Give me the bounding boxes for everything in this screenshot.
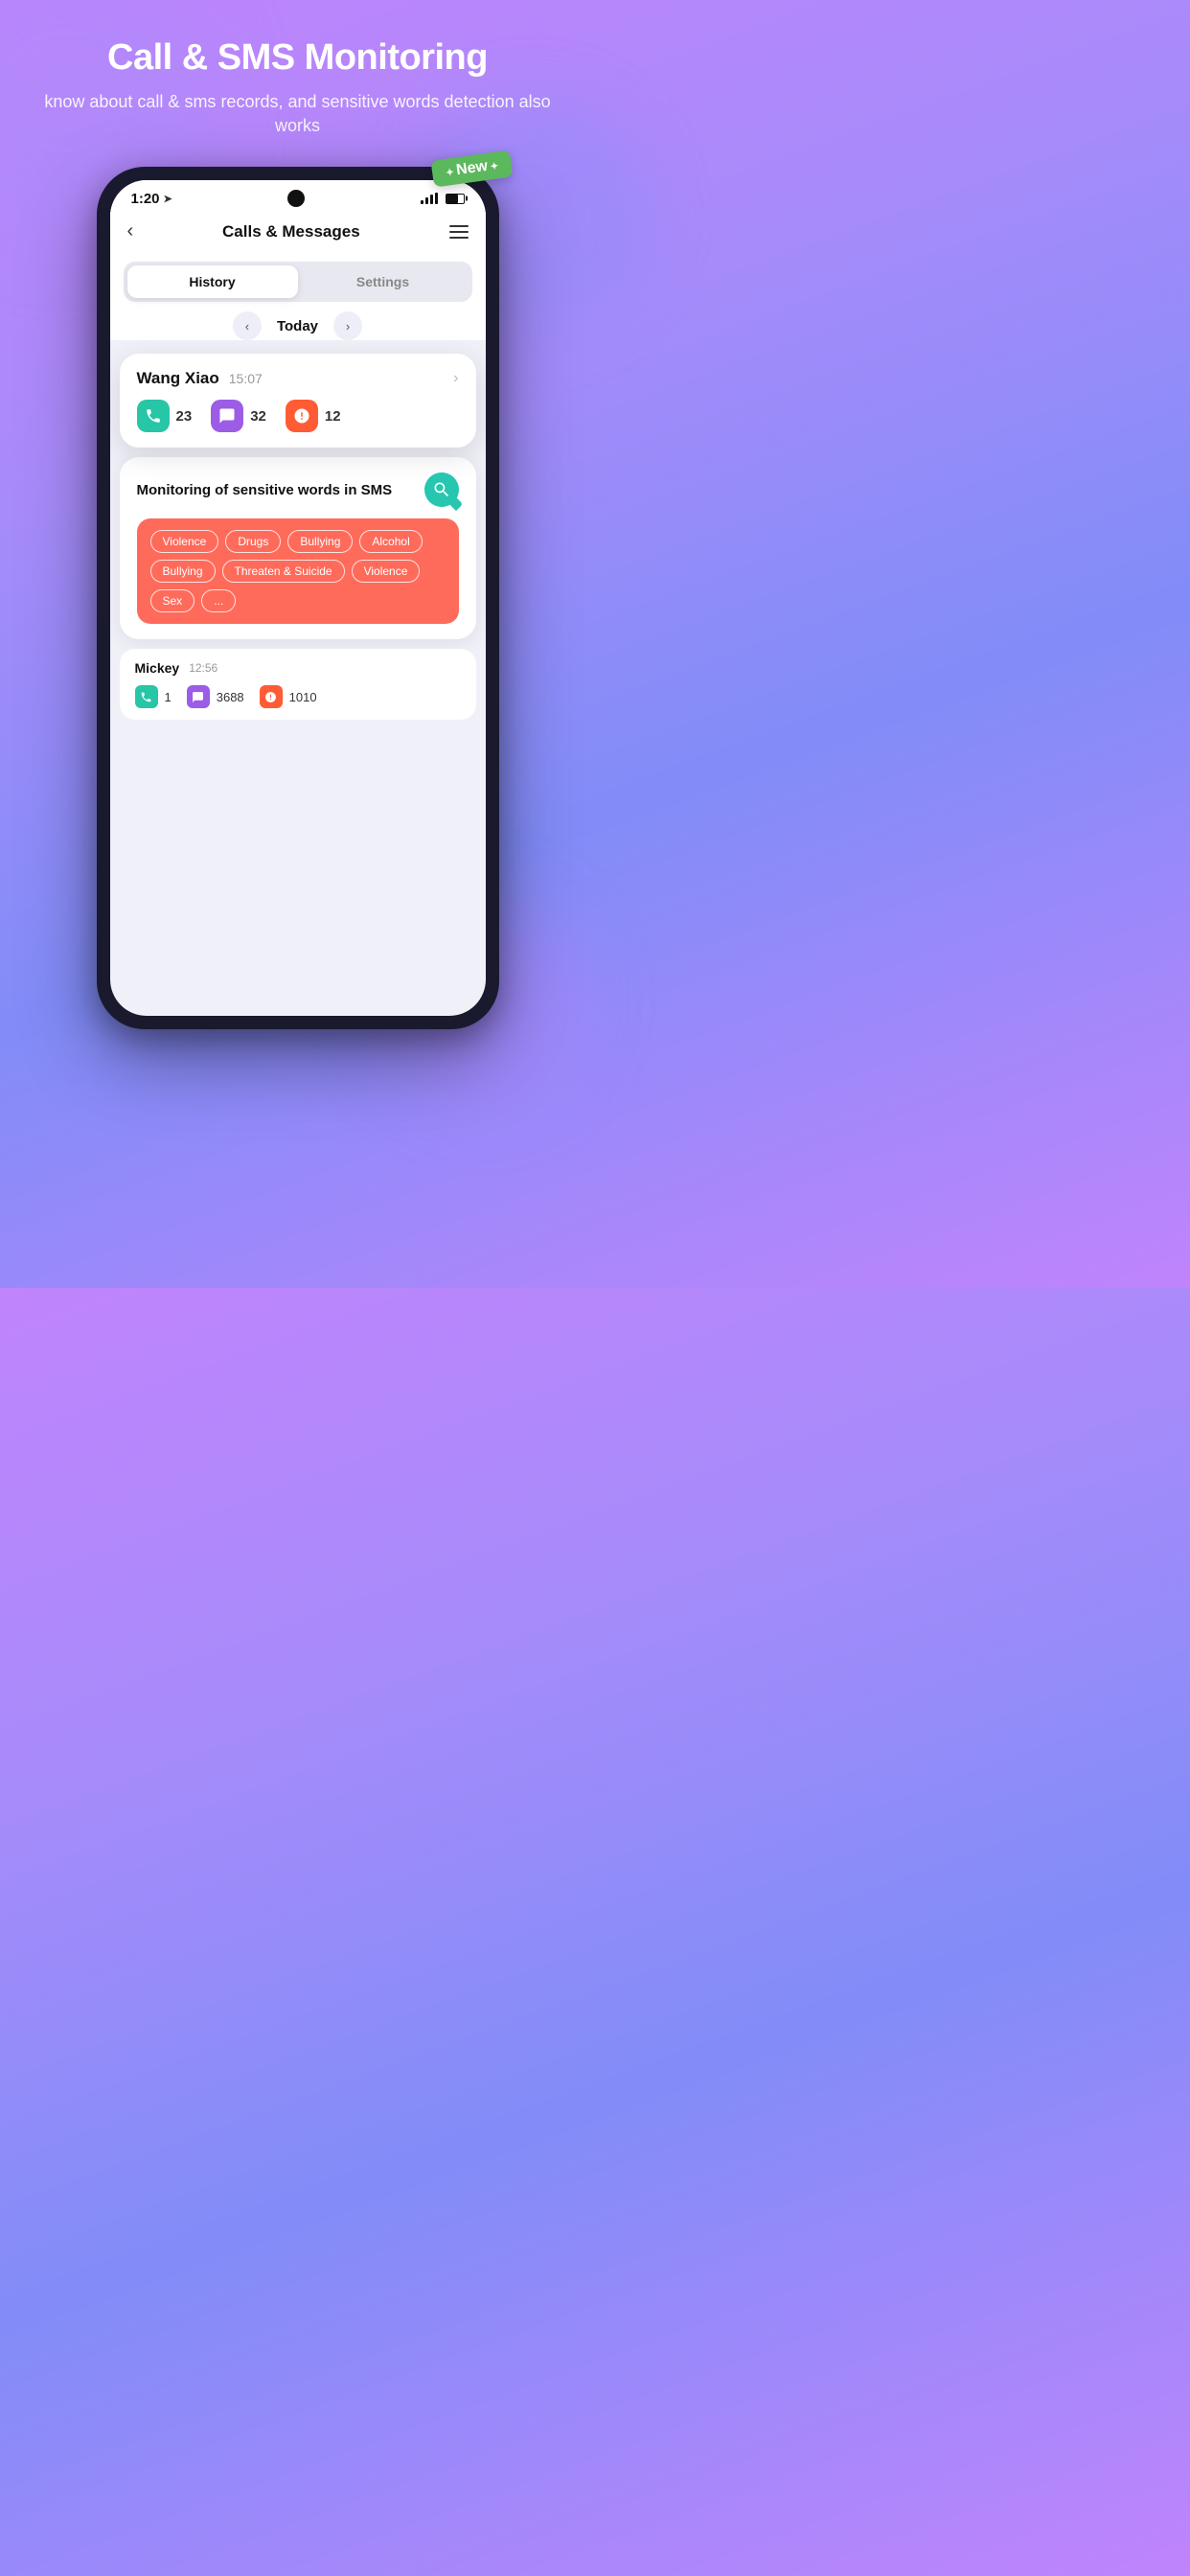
- menu-button[interactable]: [449, 225, 469, 239]
- status-icons: [421, 193, 465, 204]
- alert-icon: [286, 400, 318, 432]
- mickey-alert-count: 1010: [289, 690, 317, 704]
- keyword-violence-2: Violence: [352, 560, 421, 583]
- contact-time: 15:07: [229, 371, 263, 386]
- app-header: ‹ Calls & Messages: [110, 211, 486, 252]
- contact-card-mickey[interactable]: Mickey 12:56 1: [120, 649, 476, 720]
- stat-item-message: 32: [211, 400, 266, 432]
- sms-card-header: Monitoring of sensitive words in SMS: [137, 472, 459, 507]
- menu-line-2: [449, 231, 469, 233]
- stat-item-alert: 12: [286, 400, 341, 432]
- contact-stats: 23 32: [137, 400, 459, 432]
- mickey-call-count: 1: [165, 690, 172, 704]
- call-count: 23: [176, 408, 193, 425]
- app-header-title: Calls & Messages: [222, 222, 360, 242]
- contact-card-wang-xiao[interactable]: Wang Xiao 15:07 › 23: [120, 354, 476, 448]
- message-icon: [211, 400, 243, 432]
- tab-settings[interactable]: Settings: [298, 265, 469, 298]
- mickey-alert-icon: [260, 685, 283, 708]
- keyword-sex: Sex: [150, 589, 195, 612]
- sms-card-title: Monitoring of sensitive words in SMS: [137, 482, 393, 498]
- message-count: 32: [250, 408, 266, 425]
- keyword-drugs: Drugs: [225, 530, 281, 553]
- keyword-alcohol: Alcohol: [359, 530, 422, 553]
- mickey-time: 12:56: [189, 661, 217, 675]
- keyword-threaten-suicide: Threaten & Suicide: [222, 560, 345, 583]
- mickey-stat-message: 3688: [187, 685, 244, 708]
- mickey-header: Mickey 12:56: [135, 660, 461, 676]
- keyword-violence-1: Violence: [150, 530, 219, 553]
- signal-icon: [421, 193, 438, 204]
- location-icon: ➤: [164, 193, 172, 205]
- contact-name: Wang Xiao: [137, 369, 219, 388]
- sub-title: know about call & sms records, and sensi…: [29, 90, 566, 138]
- contact-header: Wang Xiao 15:07 ›: [137, 369, 459, 388]
- date-navigation: ‹ Today ›: [110, 311, 486, 340]
- back-button[interactable]: ‹: [127, 220, 134, 242]
- mickey-stat-call: 1: [135, 685, 172, 708]
- status-bar: 1:20 ➤: [110, 180, 486, 340]
- tab-history[interactable]: History: [127, 265, 298, 298]
- stat-item-call: 23: [137, 400, 193, 432]
- call-icon: [137, 400, 170, 432]
- menu-line-3: [449, 237, 469, 239]
- keywords-container: Violence Drugs Bullying Alcohol Bullying…: [137, 518, 459, 624]
- mickey-message-icon: [187, 685, 210, 708]
- alert-count: 12: [325, 408, 341, 425]
- mickey-stats: 1 3688: [135, 685, 461, 708]
- phone-screen: 1:20 ➤: [110, 180, 486, 1016]
- status-time: 1:20 ➤: [131, 191, 172, 207]
- keyword-bullying-1: Bullying: [287, 530, 353, 553]
- main-title: Call & SMS Monitoring: [29, 38, 566, 79]
- mickey-message-count: 3688: [217, 690, 244, 704]
- mickey-stat-alert: 1010: [260, 685, 317, 708]
- date-label: Today: [277, 318, 318, 334]
- date-next-button[interactable]: ›: [333, 311, 362, 340]
- camera-notch: [287, 190, 305, 207]
- mickey-call-icon: [135, 685, 158, 708]
- menu-line-1: [449, 225, 469, 227]
- phone-wrapper: New 1:20 ➤: [0, 167, 595, 1029]
- battery-icon: [446, 194, 465, 204]
- keyword-bullying-2: Bullying: [150, 560, 216, 583]
- mickey-name: Mickey: [135, 660, 180, 676]
- contact-name-time: Wang Xiao 15:07: [137, 369, 263, 388]
- screen-content: Wang Xiao 15:07 › 23: [110, 350, 486, 724]
- keyword-more: ...: [201, 589, 236, 612]
- header-section: Call & SMS Monitoring know about call & …: [0, 0, 595, 157]
- chevron-right-icon: ›: [453, 370, 458, 387]
- phone-frame: New 1:20 ➤: [97, 167, 499, 1029]
- sms-monitoring-card: Monitoring of sensitive words in SMS Vio…: [120, 457, 476, 639]
- search-magnify-icon: [424, 472, 459, 507]
- date-prev-button[interactable]: ‹: [233, 311, 262, 340]
- tabs-container: History Settings: [124, 262, 472, 302]
